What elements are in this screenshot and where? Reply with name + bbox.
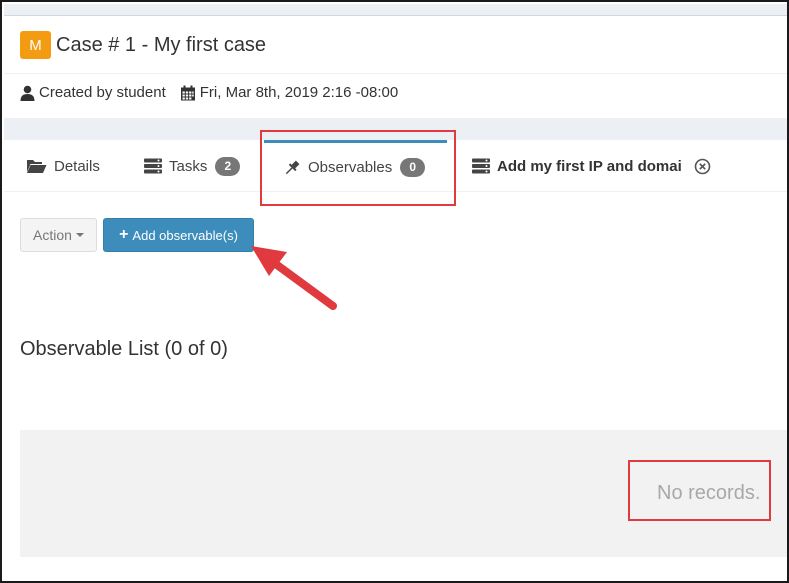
tab-observables-label: Observables <box>308 159 393 176</box>
close-tab-icon[interactable] <box>694 158 711 175</box>
plus-icon: + <box>119 226 129 243</box>
pin-icon <box>283 159 301 177</box>
user-icon <box>20 85 35 101</box>
action-dropdown-button[interactable]: Action <box>20 218 97 252</box>
annotation-arrow <box>251 246 337 310</box>
created-by: Created by student <box>20 84 166 101</box>
created-date: Fri, Mar 8th, 2019 2:16 -08:00 <box>180 84 398 101</box>
tab-task-label: Add my first IP and domai <box>497 157 682 175</box>
case-meta: Created by student Fri, Mar 8th, 2019 2:… <box>20 84 412 101</box>
add-observable-button[interactable]: + Add observable(s) <box>103 218 254 252</box>
header-separator-band <box>4 118 787 140</box>
tab-observables[interactable]: Observables 0 <box>264 140 447 192</box>
tab-tasks[interactable]: Tasks 2 <box>144 140 241 192</box>
header-divider <box>4 73 787 74</box>
created-by-text: Created by student <box>39 84 166 101</box>
case-title: Case # 1 - My first case <box>56 33 267 56</box>
calendar-icon <box>180 85 196 101</box>
severity-badge: M <box>20 31 51 59</box>
case-title-row: M Case # 1 - My first case <box>20 31 266 59</box>
created-date-text: Fri, Mar 8th, 2019 2:16 -08:00 <box>199 84 399 101</box>
tab-details-label: Details <box>54 157 100 175</box>
tab-tasks-label: Tasks <box>169 157 208 175</box>
caret-down-icon <box>75 233 84 237</box>
add-observable-label: Add observable(s) <box>132 227 238 243</box>
case-header: M Case # 1 - My first case Created by st… <box>4 18 787 118</box>
tasks-icon <box>144 158 162 174</box>
observables-count-badge: 0 <box>400 158 426 177</box>
tab-details[interactable]: Details <box>26 140 100 192</box>
no-records-text: No records. <box>657 482 761 504</box>
tab-task-add-ip-domain[interactable]: Add my first IP and domai <box>472 140 711 192</box>
action-button-label: Action <box>33 227 72 243</box>
window-frame: M Case # 1 - My first case Created by st… <box>0 0 789 583</box>
observable-list-title: Observable List (0 of 0) <box>20 338 228 360</box>
tasks-count-badge: 2 <box>215 156 241 176</box>
top-strip <box>4 4 787 16</box>
folder-open-icon <box>26 158 47 174</box>
tasks-icon <box>472 158 490 174</box>
case-tabs: Details Tasks 2 Observables 0 Add my fir… <box>4 140 787 192</box>
